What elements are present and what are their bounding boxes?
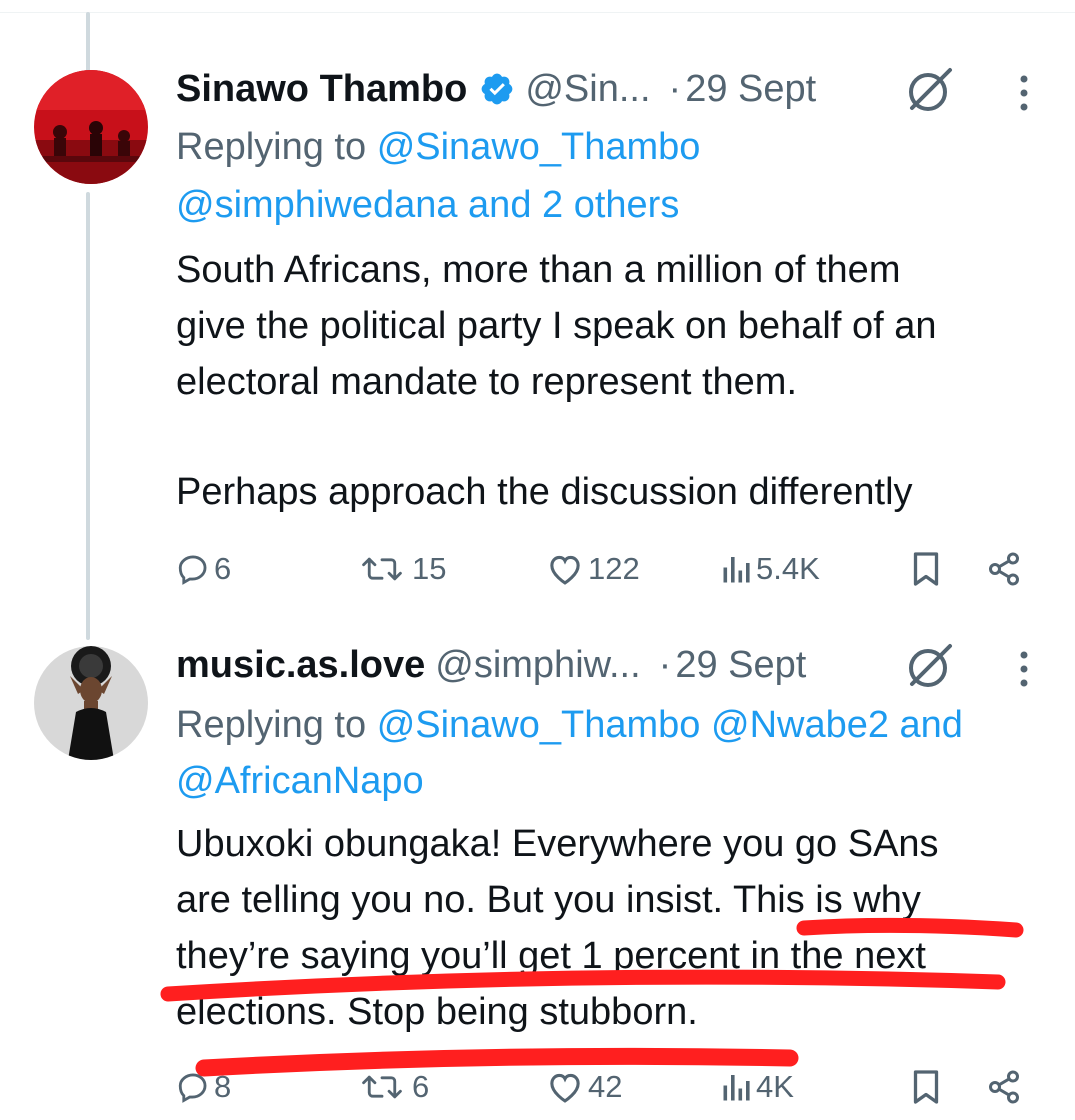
replying-to-continued: @simphiwedana and 2 others: [176, 176, 679, 234]
like-count: 122: [588, 551, 640, 586]
avatar[interactable]: [34, 70, 148, 184]
repost-icon: [362, 557, 402, 581]
repost-button[interactable]: 15: [356, 544, 446, 594]
post-date[interactable]: 29 Sept: [685, 68, 816, 111]
reply-button[interactable]: 8: [176, 1062, 231, 1112]
repost-button[interactable]: 6: [356, 1062, 429, 1112]
grok-icon[interactable]: [904, 64, 956, 116]
tweet-text-line: Perhaps approach the discussion differen…: [176, 471, 913, 513]
tweet-1[interactable]: Sinawo Thambo @Sin... · 29 Sept Replying…: [0, 0, 1075, 620]
tweet-text-line: give the political party I speak on beha…: [176, 305, 937, 347]
more-options-icon[interactable]: [1017, 648, 1031, 692]
mention-link[interactable]: @simphiwedana and 2 others: [176, 184, 679, 226]
replying-to: Replying to @Sinawo_Thambo: [176, 118, 700, 176]
repost-icon: [362, 1075, 402, 1099]
repost-count: 6: [412, 1069, 430, 1104]
like-icon: [550, 1073, 580, 1103]
reply-count: 8: [214, 1069, 232, 1104]
views-icon: [723, 557, 750, 583]
tweet-text-line: they’re saying you’ll get 1 percent in t…: [176, 935, 926, 977]
author-name[interactable]: music.as.love: [176, 644, 425, 687]
views-button[interactable]: 4K: [722, 1062, 794, 1112]
tweet-text-line: elections. Stop being stubborn.: [176, 991, 698, 1033]
replying-prefix: Replying to: [176, 126, 367, 168]
repost-count: 15: [412, 551, 447, 586]
reply-count: 6: [214, 551, 232, 586]
grok-icon[interactable]: [904, 640, 956, 692]
tweet-actions: 8 6 42 4K: [0, 1062, 1075, 1112]
separator-dot: ·: [658, 643, 672, 686]
tweet-2[interactable]: music.as.love @simphiw... · 29 Sept Repl…: [0, 620, 1075, 1120]
author-handle[interactable]: @simphiw...: [435, 644, 640, 687]
tweet-header: music.as.love @simphiw... · 29 Sept: [176, 640, 806, 690]
replying-prefix: Replying to: [176, 704, 367, 746]
bookmark-icon[interactable]: [910, 544, 942, 594]
like-icon: [550, 555, 580, 585]
views-count: 4K: [756, 1069, 794, 1104]
author-name[interactable]: Sinawo Thambo: [176, 68, 467, 111]
replying-to-continued: @AfricanNapo: [176, 752, 424, 810]
like-button[interactable]: 122: [546, 544, 640, 594]
verified-badge-icon: [479, 71, 515, 107]
tweet-text-line: are telling you no. But you insist. This…: [176, 879, 921, 921]
share-icon[interactable]: [986, 1062, 1022, 1112]
replying-to: Replying to @Sinawo_Thambo @Nwabe2 and: [176, 696, 963, 754]
avatar[interactable]: [34, 646, 148, 760]
author-handle[interactable]: @Sin...: [525, 68, 650, 111]
tweet-actions: 6 15 122 5.4K: [0, 544, 1075, 594]
like-count: 42: [588, 1069, 623, 1104]
share-icon[interactable]: [986, 544, 1022, 594]
tweet-text-line: Ubuxoki obungaka! Everywhere you go SAns: [176, 823, 939, 865]
reply-icon: [178, 555, 207, 585]
mention-link[interactable]: @Sinawo_Thambo: [377, 126, 701, 168]
reply-icon: [178, 1073, 207, 1103]
views-button[interactable]: 5.4K: [722, 544, 820, 594]
views-icon: [723, 1075, 750, 1101]
tweet-header: Sinawo Thambo @Sin... · 29 Sept: [176, 64, 816, 114]
bookmark-icon[interactable]: [910, 1062, 942, 1112]
tweet-text-line: electoral mandate to represent them.: [176, 361, 798, 403]
tweet-text-line: South Africans, more than a million of t…: [176, 249, 901, 291]
post-date[interactable]: 29 Sept: [675, 644, 806, 687]
reply-button[interactable]: 6: [176, 544, 231, 594]
views-count: 5.4K: [756, 551, 820, 586]
mention-link[interactable]: @AfricanNapo: [176, 760, 424, 802]
separator-dot: ·: [668, 67, 682, 110]
more-options-icon[interactable]: [1017, 72, 1031, 116]
mention-link[interactable]: @Sinawo_Thambo @Nwabe2 and: [377, 704, 963, 746]
like-button[interactable]: 42: [546, 1062, 622, 1112]
